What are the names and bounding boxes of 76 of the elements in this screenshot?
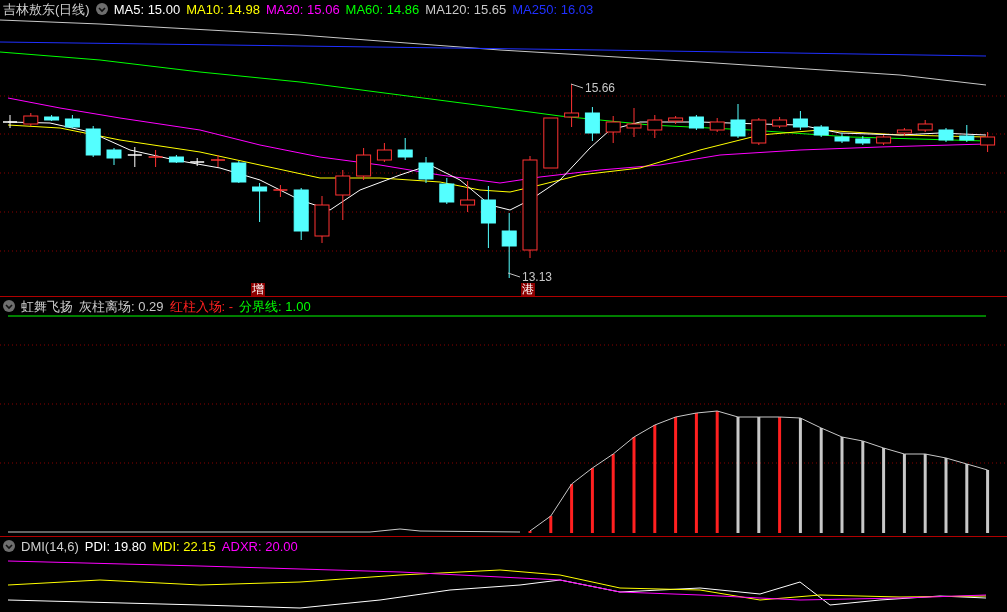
collapse-icon[interactable] xyxy=(95,3,108,15)
price-label: 15.66 xyxy=(585,81,616,95)
candlestick xyxy=(938,127,954,143)
indicator-value: PDI: 19.80 xyxy=(84,539,147,553)
indicator-title: 虹舞飞扬 xyxy=(21,299,73,313)
candlestick xyxy=(834,132,850,144)
candlestick xyxy=(335,169,351,221)
chart-title: 吉林敖东(日线) xyxy=(3,2,90,16)
indicator-value: MA250: 16.03 xyxy=(512,2,594,16)
candlestick xyxy=(210,154,226,168)
event-tag: 增 xyxy=(251,283,265,296)
candlestick xyxy=(501,212,517,279)
candlestick xyxy=(647,114,663,139)
indicator-value: MDI: 22.15 xyxy=(152,539,216,553)
candlestick xyxy=(980,131,996,153)
candlestick xyxy=(668,115,684,125)
candlestick xyxy=(855,135,871,146)
histogram-bar xyxy=(590,468,594,533)
collapse-icon[interactable] xyxy=(3,540,15,552)
indicator-value: MA5: 15.00 xyxy=(113,2,181,16)
candlestick xyxy=(564,83,580,128)
candlestick xyxy=(231,160,247,184)
candlestick xyxy=(147,149,164,168)
candlestick xyxy=(730,103,746,139)
price-label: 13.13 xyxy=(522,270,553,284)
candlestick xyxy=(896,127,912,137)
candlestick xyxy=(584,106,600,142)
indicator-value: 红柱入场: - xyxy=(169,299,234,313)
indicator-value: ADXR: 20.00 xyxy=(221,539,298,553)
candlestick xyxy=(293,187,309,241)
indicator-value: 灰柱离场: 0.29 xyxy=(79,299,164,313)
candlestick xyxy=(709,117,725,133)
candlestick xyxy=(605,115,621,144)
indicator-title: DMI(14,6) xyxy=(21,539,79,553)
candlestick xyxy=(127,146,143,168)
candlestick xyxy=(543,117,559,169)
candlestick xyxy=(792,110,808,131)
candlestick xyxy=(876,134,892,146)
collapse-icon[interactable] xyxy=(3,300,15,312)
candlestick xyxy=(772,116,788,129)
candlestick xyxy=(252,182,268,223)
candlestick xyxy=(106,147,122,166)
candlestick xyxy=(626,107,642,138)
candlestick xyxy=(917,119,933,133)
histogram-bar xyxy=(549,516,553,533)
indicator-value: MA10: 14.98 xyxy=(186,2,260,16)
candlestick xyxy=(314,195,330,244)
leader-line xyxy=(507,272,521,278)
indicator-value: 分界线: 1.00 xyxy=(239,299,311,313)
candlestick xyxy=(397,137,413,161)
event-tag: 港 xyxy=(521,283,535,296)
candlestick xyxy=(480,185,496,249)
candlestick xyxy=(85,125,101,158)
candlestick xyxy=(189,157,205,167)
candlestick xyxy=(272,184,289,198)
candlestick xyxy=(688,114,704,131)
candlestick xyxy=(356,147,372,181)
indicator-value: MA20: 15.06 xyxy=(265,2,340,16)
candlestick xyxy=(44,114,60,122)
indicator-value: MA120: 15.65 xyxy=(425,2,507,16)
candlestick xyxy=(168,154,184,164)
candlestick xyxy=(439,177,455,205)
candlestick xyxy=(64,114,80,129)
indicator-value: MA60: 14.86 xyxy=(345,2,420,16)
histogram-bar xyxy=(570,484,574,533)
candlestick xyxy=(813,124,829,138)
candlestick xyxy=(959,124,975,143)
candlestick xyxy=(23,112,39,127)
candlestick xyxy=(376,142,392,163)
candlestick xyxy=(751,117,767,146)
candlestick xyxy=(460,180,476,213)
candlestick xyxy=(2,114,18,129)
candlestick xyxy=(418,156,434,184)
leader-line xyxy=(570,83,584,89)
histogram-bar xyxy=(986,470,990,533)
histogram-bar xyxy=(965,464,969,533)
